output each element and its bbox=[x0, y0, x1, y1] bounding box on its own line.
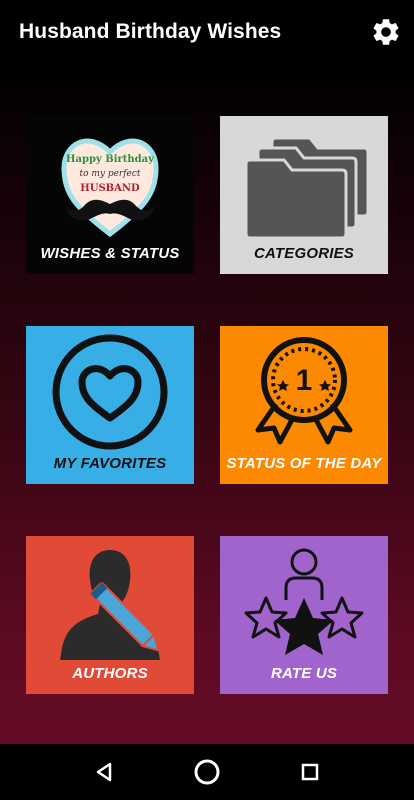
heart-circle-icon bbox=[52, 334, 168, 450]
wishes-status-label: WISHES & STATUS bbox=[40, 245, 180, 262]
recents-icon bbox=[301, 763, 319, 781]
home-icon bbox=[194, 759, 220, 785]
gear-icon bbox=[373, 19, 399, 45]
app-title: Husband Birthday Wishes bbox=[19, 20, 282, 43]
categories-label: CATEGORIES bbox=[253, 245, 355, 262]
system-nav-bar bbox=[0, 744, 414, 800]
heart-mustache-icon bbox=[61, 138, 159, 238]
rate-us-tile[interactable]: RATE US bbox=[220, 536, 388, 694]
favorites-tile[interactable]: MY FAVORITES bbox=[26, 326, 194, 484]
back-button[interactable] bbox=[88, 756, 120, 788]
badge-number: 1 bbox=[295, 364, 313, 397]
authors-tile[interactable]: AUTHORS bbox=[26, 536, 194, 694]
home-button[interactable] bbox=[191, 756, 223, 788]
author-pen-icon bbox=[60, 550, 160, 660]
recents-button[interactable] bbox=[294, 756, 326, 788]
wishes-status-tile[interactable]: Happy Birthday to my perfect HUSBAND WIS… bbox=[26, 116, 194, 274]
card-line-3: HUSBAND bbox=[80, 183, 140, 194]
card-line-1: Happy Birthday bbox=[66, 154, 154, 165]
status-of-the-day-tile[interactable]: 1 STATUS OF THE DAY bbox=[220, 326, 388, 484]
categories-tile[interactable]: CATEGORIES bbox=[220, 116, 388, 274]
back-icon bbox=[96, 762, 112, 782]
authors-label: AUTHORS bbox=[72, 665, 148, 682]
menu-grid: Happy Birthday to my perfect HUSBAND WIS… bbox=[0, 66, 414, 744]
card-line-2: to my perfect bbox=[79, 169, 141, 179]
person-stars-icon bbox=[244, 548, 364, 655]
app-bar: Husband Birthday Wishes bbox=[0, 0, 414, 66]
rate-us-label: RATE US bbox=[270, 665, 338, 682]
status-of-the-day-label: STATUS OF THE DAY bbox=[226, 455, 382, 472]
favorites-label: MY FAVORITES bbox=[53, 455, 167, 472]
settings-button[interactable] bbox=[368, 14, 404, 50]
folders-icon bbox=[244, 136, 370, 240]
